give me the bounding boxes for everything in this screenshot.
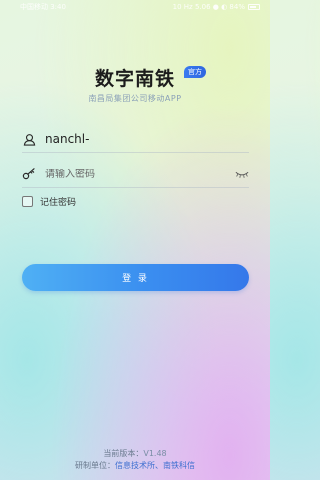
app-subtitle: 南昌局集团公司移动APP [88, 94, 182, 103]
status-right-text: 10 Hz 5.06 ● ◐ 84% [172, 3, 245, 11]
battery-icon [248, 4, 260, 10]
app-title: 数字南铁 [94, 68, 175, 90]
remember-checkbox[interactable] [22, 196, 33, 207]
version-info: 当前版本：V1.48 [0, 448, 270, 459]
username-field[interactable]: nanchl- [22, 128, 249, 150]
status-carrier: 中国移动 3:40 [20, 3, 66, 11]
eye-closed-icon[interactable] [235, 167, 249, 181]
remember-password[interactable]: 记住密码 [22, 195, 76, 208]
unit-value: 信息技术所、南铁科信 [115, 461, 195, 470]
unit-prefix: 研制单位： [75, 461, 115, 470]
password-field[interactable] [22, 163, 249, 185]
remember-label: 记住密码 [40, 198, 77, 208]
username-value[interactable]: nanchl- [45, 132, 249, 146]
developer-info: 研制单位：信息技术所、南铁科信 [0, 460, 270, 471]
title-row: 数字南铁 [0, 64, 270, 91]
key-icon [22, 167, 36, 181]
user-icon [22, 132, 36, 146]
username-divider [22, 152, 249, 153]
password-input[interactable] [45, 168, 235, 180]
status-bar: 中国移动 3:40 10 Hz 5.06 ● ◐ 84% [0, 0, 270, 14]
password-divider [22, 187, 249, 188]
version-value: V1.48 [143, 449, 167, 458]
status-right: 10 Hz 5.06 ● ◐ 84% [173, 3, 260, 11]
version-prefix: 当前版本： [103, 449, 144, 458]
official-badge: 官方 [184, 66, 206, 78]
login-button[interactable]: 登 录 [22, 264, 249, 291]
